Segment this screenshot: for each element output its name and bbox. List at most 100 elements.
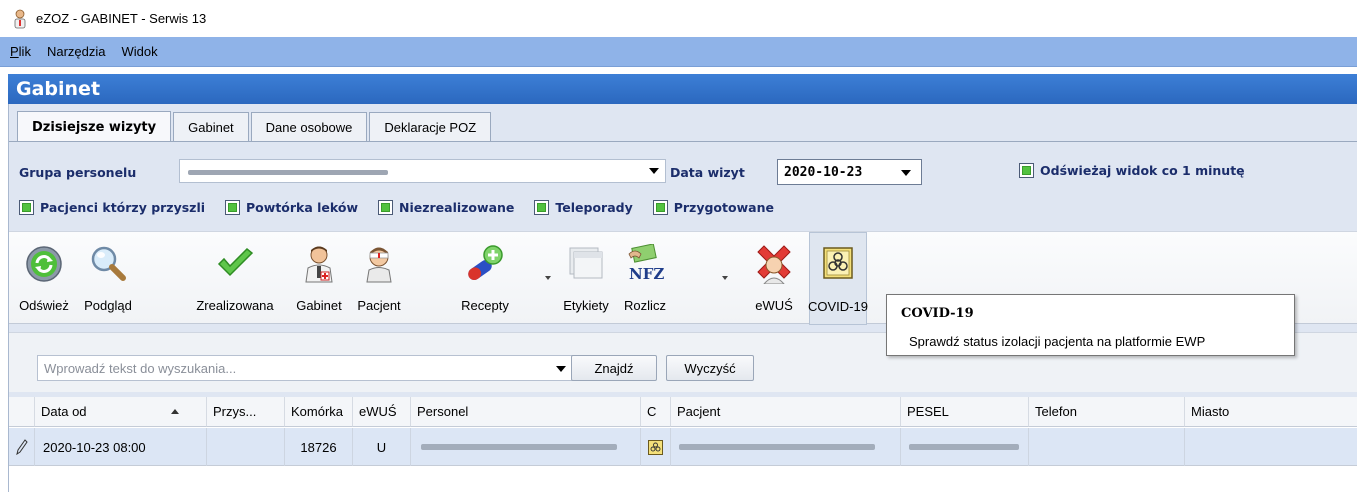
section-header: Gabinet — [8, 74, 1357, 104]
visits-grid: Data od Przys... Komórka eWUŚ Personel C… — [9, 397, 1357, 492]
tab-dane-osobowe[interactable]: Dane osobowe — [250, 112, 368, 142]
menu-plik[interactable]: Plik — [10, 44, 31, 59]
sort-ascending-icon — [170, 409, 179, 414]
column-header-pesel[interactable]: PESEL — [901, 397, 1029, 427]
checkbox-label: Przygotowane — [673, 200, 774, 215]
cell-komorka: 18726 — [285, 428, 353, 466]
checkbox-icon[interactable] — [378, 200, 394, 215]
redacted-value — [421, 444, 617, 450]
odswiez-button[interactable]: Odśwież — [13, 232, 75, 325]
labels-icon — [569, 247, 603, 279]
refresh-every-minute-checkbox[interactable]: Odświeżaj widok co 1 minutę — [1019, 163, 1245, 178]
pencil-icon — [9, 428, 35, 466]
ewus-icon — [757, 245, 791, 284]
covid-tooltip: COVID-19 Sprawdź status izolacji pacjent… — [886, 294, 1295, 356]
column-header-ewus[interactable]: eWUŚ — [353, 397, 411, 427]
tooltip-title: COVID-19 — [901, 306, 974, 321]
recepty-dropdown-icon[interactable] — [545, 276, 551, 280]
podglad-button[interactable]: Podgląd — [77, 232, 139, 325]
data-wizyt-label: Data wizyt — [670, 165, 745, 180]
gabinet-button[interactable]: Gabinet — [291, 232, 347, 325]
doctor-icon — [305, 246, 333, 283]
search-input[interactable]: Wprowadź tekst do wyszukania... — [37, 355, 579, 381]
app-icon — [14, 9, 26, 28]
data-wizyt-picker[interactable]: 2020-10-23 — [777, 159, 922, 185]
magnifier-icon — [91, 246, 126, 281]
column-header-przys[interactable]: Przys... — [207, 397, 285, 427]
checkbox-icon[interactable] — [1019, 163, 1034, 178]
refresh-label: Odświeżaj widok co 1 minutę — [1040, 163, 1245, 178]
patient-icon — [366, 247, 392, 283]
grupa-personelu-label: Grupa personelu — [19, 165, 137, 180]
column-header-c[interactable]: C — [641, 397, 671, 427]
column-header-komorka[interactable]: Komórka — [285, 397, 353, 427]
chevron-down-icon[interactable] — [901, 170, 911, 176]
checkbox-label: Powtórka leków — [246, 200, 359, 215]
data-wizyt-value: 2020-10-23 — [784, 164, 863, 180]
znajdz-button[interactable]: Znajdź — [571, 355, 657, 381]
menu-narzedzia[interactable]: Narzędzia — [47, 44, 106, 59]
tab-deklaracje-poz[interactable]: Deklaracje POZ — [369, 112, 492, 142]
pacjent-button[interactable]: Pacjent — [349, 232, 409, 325]
checkbox-label: Niezrealizowane — [399, 200, 515, 215]
chevron-down-icon[interactable] — [649, 168, 659, 174]
search-placeholder: Wprowadź tekst do wyszukania... — [44, 360, 237, 376]
rozlicz-button[interactable]: NFZ Rozlicz — [615, 232, 675, 325]
check-pacjenci-ktorzy-przyszli[interactable]: Pacjenci którzy przyszli — [19, 200, 205, 215]
button-label: Recepty — [461, 298, 509, 313]
ewus-button[interactable]: eWUŚ — [739, 232, 809, 325]
page-title: Gabinet — [16, 78, 101, 100]
check-teleporady[interactable]: Teleporady — [534, 200, 633, 215]
column-header-miasto[interactable]: Miasto — [1185, 397, 1357, 427]
cell-pesel — [901, 428, 1029, 466]
tab-gabinet[interactable]: Gabinet — [173, 112, 249, 142]
chevron-down-icon[interactable] — [556, 366, 566, 372]
button-label: Zrealizowana — [196, 298, 274, 313]
checkbox-icon[interactable] — [652, 200, 668, 215]
check-niezrealizowane[interactable]: Niezrealizowane — [378, 200, 514, 215]
covid-19-button[interactable]: COVID-19 — [808, 232, 868, 325]
button-label: eWUŚ — [755, 298, 793, 313]
check-powtorka-lekow[interactable]: Powtórka leków — [225, 200, 358, 215]
button-label: Pacjent — [357, 298, 401, 313]
button-label: Rozlicz — [624, 298, 666, 313]
svg-text:NFZ: NFZ — [629, 265, 664, 283]
menu-bar: Plik Narzędzia Widok — [0, 37, 1357, 67]
checkbox-icon[interactable] — [534, 200, 550, 215]
rozlicz-dropdown-icon[interactable] — [722, 276, 728, 280]
cell-data-od: 2020-10-23 08:00 — [35, 428, 207, 466]
redacted-value — [679, 444, 875, 450]
wyczysc-button[interactable]: Wyczyść — [666, 355, 754, 381]
check-przygotowane[interactable]: Przygotowane — [652, 200, 774, 215]
grupa-personelu-combo[interactable] — [179, 159, 666, 183]
table-row[interactable]: 2020-10-23 08:00 18726 U — [9, 428, 1357, 466]
recepty-button[interactable]: Recepty — [451, 232, 519, 325]
checkbox-icon[interactable] — [19, 200, 34, 215]
row-indicator-header — [9, 397, 35, 427]
checkbox-icon[interactable] — [225, 200, 241, 215]
checkmark-icon — [217, 247, 254, 277]
biohazard-icon — [823, 247, 853, 279]
filter-checkboxes: Pacjenci którzy przyszli Powtórka leków … — [19, 200, 794, 215]
menu-widok[interactable]: Widok — [121, 44, 157, 59]
biohazard-icon — [648, 439, 663, 455]
zrealizowana-button[interactable]: Zrealizowana — [185, 232, 285, 325]
cell-c — [641, 428, 671, 466]
refresh-icon — [26, 246, 62, 282]
cell-telefon — [1029, 428, 1185, 466]
window-title: eZOZ - GABINET - Serwis 13 — [36, 11, 207, 26]
cell-ewus: U — [353, 428, 411, 466]
column-header-personel[interactable]: Personel — [411, 397, 641, 427]
button-label: Podgląd — [84, 298, 132, 313]
column-header-data-od[interactable]: Data od — [35, 397, 207, 427]
checkbox-label: Pacjenci którzy przyszli — [40, 200, 206, 215]
pills-icon — [468, 245, 503, 281]
redacted-value — [909, 444, 1019, 450]
cell-personel — [411, 428, 641, 466]
button-label: Odśwież — [19, 298, 69, 313]
column-header-telefon[interactable]: Telefon — [1029, 397, 1185, 427]
redacted-value — [188, 170, 388, 175]
etykiety-button[interactable]: Etykiety — [555, 232, 617, 325]
tab-dzisiejsze-wizyty[interactable]: Dzisiejsze wizyty — [17, 111, 172, 143]
column-header-pacjent[interactable]: Pacjent — [671, 397, 901, 427]
